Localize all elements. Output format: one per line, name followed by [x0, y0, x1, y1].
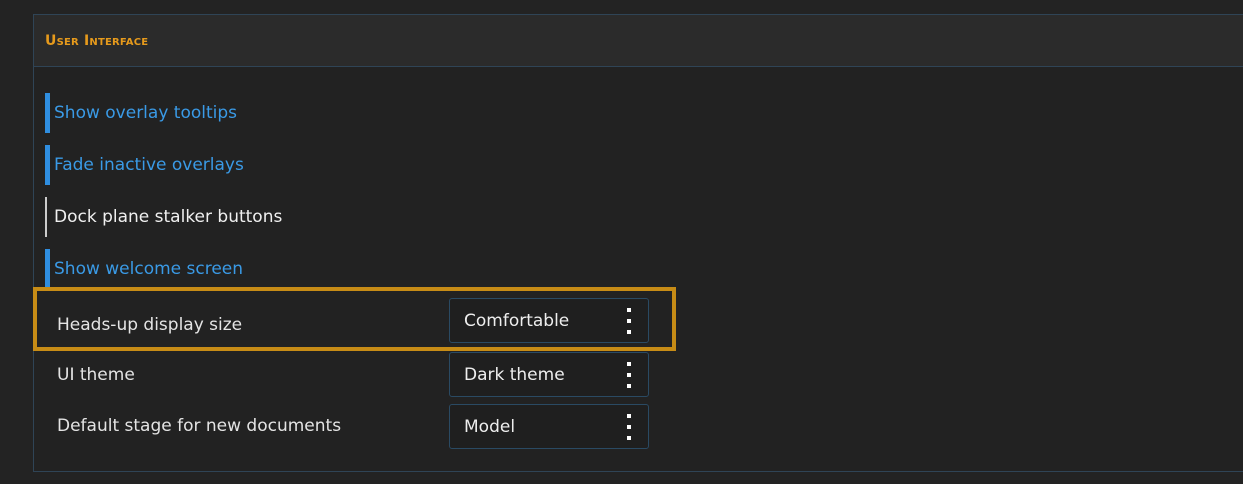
- panel-header[interactable]: User Interface: [34, 15, 1243, 67]
- toggle-indicator-on: [45, 145, 50, 185]
- kebab-menu-icon[interactable]: [618, 413, 640, 440]
- toggle-indicator-off: [45, 197, 47, 237]
- setting-row-hud-size: Heads-up display size: [57, 305, 242, 345]
- setting-label: Heads-up display size: [57, 315, 243, 335]
- toggle-indicator-on: [45, 249, 50, 289]
- user-interface-panel: User Interface Show overlay tooltips Fad…: [33, 14, 1243, 472]
- select-value: Model: [464, 416, 516, 437]
- toggle-dock-plane-stalker-buttons[interactable]: Dock plane stalker buttons: [45, 197, 282, 237]
- select-value: Comfortable: [464, 310, 570, 331]
- toggle-show-welcome-screen[interactable]: Show welcome screen: [45, 249, 243, 289]
- setting-label: Default stage for new documents: [57, 416, 342, 436]
- toggle-show-overlay-tooltips[interactable]: Show overlay tooltips: [45, 93, 237, 133]
- toggle-label: Fade inactive overlays: [54, 155, 244, 175]
- select-value: Dark theme: [464, 364, 565, 385]
- panel-title: User Interface: [45, 33, 149, 49]
- toggle-label: Show overlay tooltips: [54, 103, 238, 123]
- setting-label: UI theme: [57, 365, 135, 385]
- kebab-menu-icon[interactable]: [618, 307, 640, 334]
- ui-theme-select[interactable]: Dark theme: [449, 352, 649, 397]
- toggle-fade-inactive-overlays[interactable]: Fade inactive overlays: [45, 145, 244, 185]
- setting-row-ui-theme: UI theme: [57, 355, 135, 395]
- toggle-indicator-on: [45, 93, 50, 133]
- toggle-label: Show welcome screen: [54, 259, 244, 279]
- kebab-menu-icon[interactable]: [618, 361, 640, 388]
- toggle-label: Dock plane stalker buttons: [54, 207, 283, 227]
- setting-row-default-stage: Default stage for new documents: [57, 406, 341, 446]
- hud-size-select[interactable]: Comfortable: [449, 298, 649, 343]
- app-frame: User Interface Show overlay tooltips Fad…: [0, 0, 1243, 484]
- default-stage-select[interactable]: Model: [449, 404, 649, 449]
